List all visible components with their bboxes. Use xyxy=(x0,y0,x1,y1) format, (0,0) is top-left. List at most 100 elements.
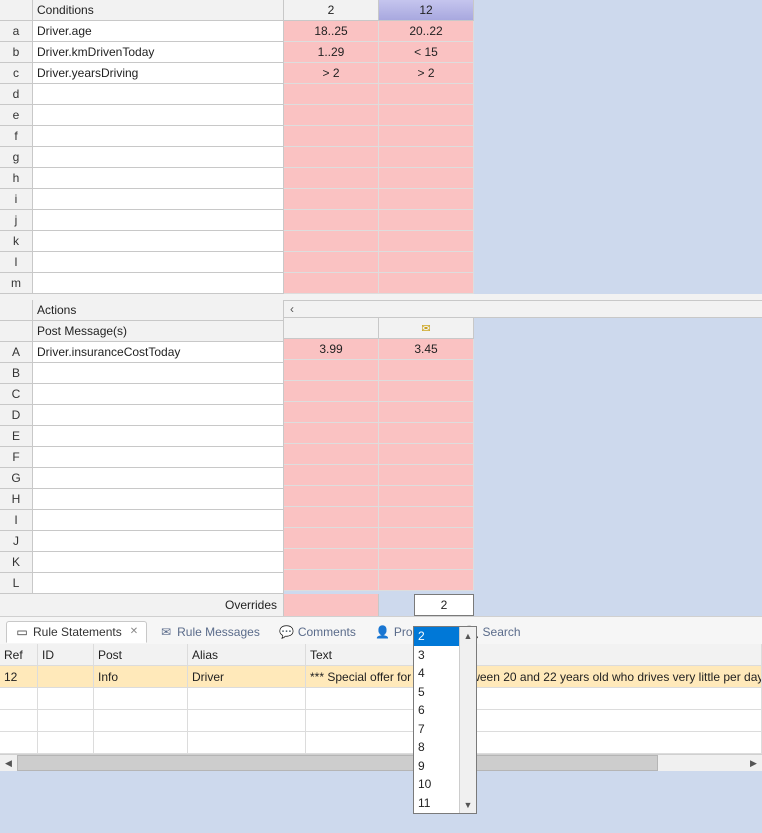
override-cell-1[interactable] xyxy=(284,594,379,616)
act-row-header[interactable]: C xyxy=(0,384,33,405)
act-row-header[interactable]: J xyxy=(0,531,33,552)
cond-cell[interactable] xyxy=(379,231,474,252)
cond-cell[interactable]: < 15 xyxy=(379,42,474,63)
dropdown-item[interactable]: 2 xyxy=(414,627,459,646)
act-row-header[interactable]: A xyxy=(0,342,33,363)
cond-row-label[interactable] xyxy=(33,252,284,273)
act-row-label[interactable] xyxy=(33,363,284,384)
cond-cell[interactable]: > 2 xyxy=(284,63,379,84)
scroll-down-icon[interactable]: ▼ xyxy=(460,796,476,813)
cond-cell[interactable]: 20..22 xyxy=(379,21,474,42)
scroll-thumb[interactable] xyxy=(17,755,658,771)
act-cell[interactable] xyxy=(284,549,379,570)
actions-hscroll[interactable]: ‹ xyxy=(284,300,762,318)
cond-cell[interactable] xyxy=(284,210,379,231)
cond-row-label[interactable] xyxy=(33,210,284,231)
act-row-label[interactable] xyxy=(33,384,284,405)
cond-row-header[interactable]: a xyxy=(0,21,33,42)
act-row-header[interactable]: G xyxy=(0,468,33,489)
act-row-header[interactable]: L xyxy=(0,573,33,594)
col-id[interactable]: ID xyxy=(38,644,94,666)
act-cell[interactable] xyxy=(284,465,379,486)
scroll-right-icon[interactable]: ▶ xyxy=(745,758,762,769)
tab-rule statements[interactable]: ▭ Rule Statements ✕ xyxy=(6,621,147,643)
act-cell[interactable] xyxy=(284,360,379,381)
cond-row-header[interactable]: m xyxy=(0,273,33,294)
cond-cell[interactable] xyxy=(379,84,474,105)
cond-row-label[interactable]: Driver.age xyxy=(33,21,284,42)
cond-row-label[interactable]: Driver.yearsDriving xyxy=(33,63,284,84)
act-cell[interactable] xyxy=(379,486,474,507)
table-row[interactable] xyxy=(0,688,762,710)
cond-row-label[interactable] xyxy=(33,147,284,168)
act-row-label[interactable] xyxy=(33,531,284,552)
cond-row-header[interactable]: i xyxy=(0,189,33,210)
dropdown-item[interactable]: 5 xyxy=(414,683,459,702)
act-cell[interactable] xyxy=(284,528,379,549)
cond-cell[interactable] xyxy=(379,252,474,273)
scroll-left-icon[interactable]: ◀ xyxy=(0,758,17,769)
act-cell[interactable] xyxy=(379,570,474,591)
cond-row-header[interactable]: j xyxy=(0,210,33,231)
dropdown-item[interactable]: 9 xyxy=(414,757,459,776)
cond-cell[interactable] xyxy=(379,189,474,210)
cond-cell[interactable] xyxy=(284,231,379,252)
cond-row-header[interactable]: l xyxy=(0,252,33,273)
cond-row-label[interactable] xyxy=(33,189,284,210)
act-row-header[interactable]: E xyxy=(0,426,33,447)
cond-row-header[interactable]: d xyxy=(0,84,33,105)
dropdown-item[interactable]: 8 xyxy=(414,738,459,757)
cond-row-header[interactable]: e xyxy=(0,105,33,126)
act-cell[interactable] xyxy=(284,570,379,591)
cond-cell[interactable] xyxy=(379,273,474,294)
act-cell[interactable] xyxy=(379,381,474,402)
col-text[interactable]: Text xyxy=(306,644,762,666)
cond-row-header[interactable]: c xyxy=(0,63,33,84)
cond-row-header[interactable]: h xyxy=(0,168,33,189)
cond-cell[interactable] xyxy=(284,168,379,189)
table-row[interactable] xyxy=(0,732,762,754)
dropdown-item[interactable]: 7 xyxy=(414,720,459,739)
act-cell[interactable] xyxy=(379,360,474,381)
act-cell[interactable]: 3.45 xyxy=(379,339,474,360)
act-cell[interactable] xyxy=(284,402,379,423)
overrides-dropdown[interactable]: 234567891011 ▲ ▼ xyxy=(413,626,477,814)
act-cell[interactable] xyxy=(284,381,379,402)
col-post[interactable]: Post xyxy=(94,644,188,666)
cond-cell[interactable] xyxy=(284,147,379,168)
act-row-label[interactable] xyxy=(33,447,284,468)
col-ref[interactable]: Ref xyxy=(0,644,38,666)
dropdown-item[interactable]: 3 xyxy=(414,646,459,665)
cond-cell[interactable] xyxy=(379,126,474,147)
cond-cell[interactable] xyxy=(284,105,379,126)
scroll-up-icon[interactable]: ▲ xyxy=(460,627,476,644)
act-row-label[interactable] xyxy=(33,405,284,426)
act-row-label[interactable] xyxy=(33,573,284,594)
act-cell[interactable] xyxy=(379,402,474,423)
post-msg-cell[interactable] xyxy=(284,318,379,339)
cond-row-label[interactable] xyxy=(33,168,284,189)
act-row-header[interactable]: I xyxy=(0,510,33,531)
act-cell[interactable] xyxy=(284,423,379,444)
cond-row-header[interactable]: b xyxy=(0,42,33,63)
act-cell[interactable] xyxy=(284,507,379,528)
act-row-label[interactable]: Driver.insuranceCostToday xyxy=(33,342,284,363)
cond-row-label[interactable] xyxy=(33,105,284,126)
act-cell[interactable] xyxy=(284,444,379,465)
bottom-hscroll[interactable]: ◀ ▶ xyxy=(0,754,762,771)
cond-row-label[interactable] xyxy=(33,126,284,147)
act-row-header[interactable]: F xyxy=(0,447,33,468)
cond-row-label[interactable] xyxy=(33,84,284,105)
post-msg-cell[interactable]: ✉ xyxy=(379,318,474,339)
tab-rule messages[interactable]: ✉ Rule Messages xyxy=(151,622,268,642)
cond-cell[interactable] xyxy=(284,252,379,273)
cond-row-header[interactable]: k xyxy=(0,231,33,252)
act-row-label[interactable] xyxy=(33,552,284,573)
dropdown-item[interactable]: 10 xyxy=(414,775,459,794)
act-row-header[interactable]: K xyxy=(0,552,33,573)
act-row-label[interactable] xyxy=(33,489,284,510)
act-cell[interactable] xyxy=(379,444,474,465)
cond-cell[interactable] xyxy=(379,168,474,189)
act-cell[interactable] xyxy=(379,507,474,528)
cond-row-label[interactable] xyxy=(33,273,284,294)
